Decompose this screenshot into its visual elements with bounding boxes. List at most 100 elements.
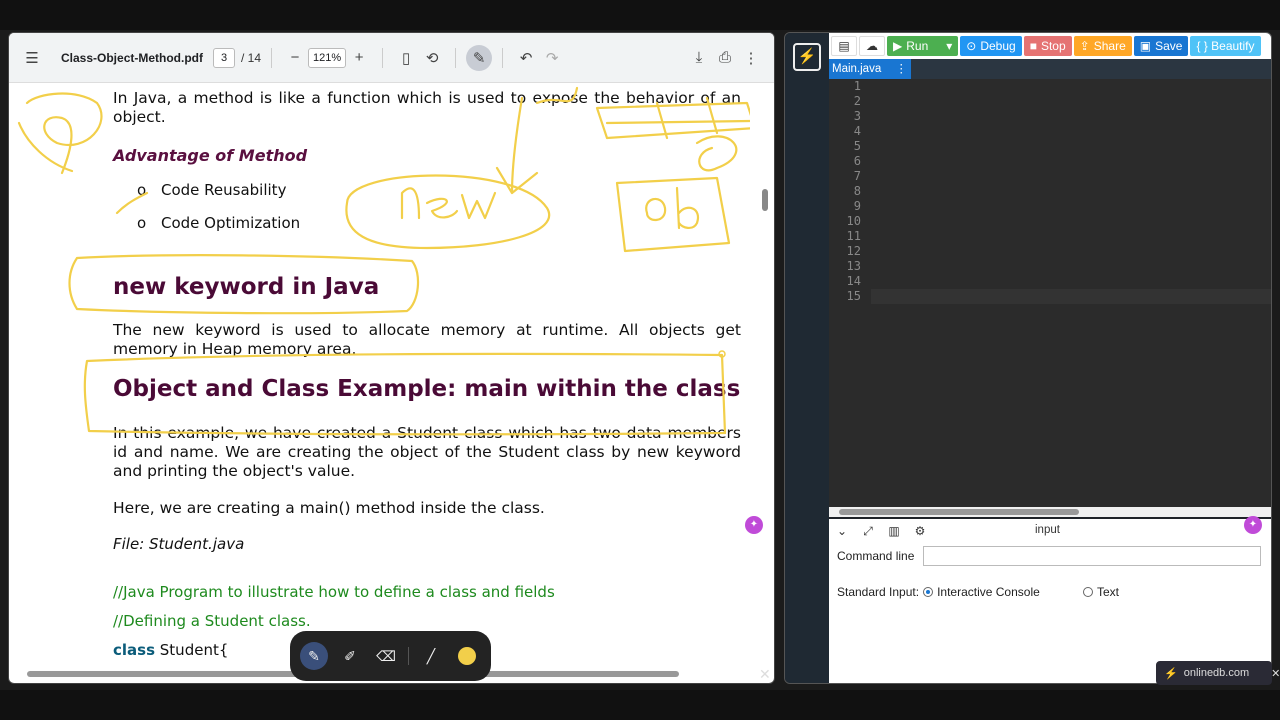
new-file-icon[interactable]: ▤ xyxy=(831,36,857,56)
close-icon[interactable]: ✕ xyxy=(759,666,771,683)
rotate-icon[interactable]: ⟲ xyxy=(419,45,445,71)
line-number: 7 xyxy=(853,169,861,183)
bottom-bezel xyxy=(0,690,1280,720)
more-options-icon[interactable]: ⋮ xyxy=(738,45,764,71)
close-icon[interactable]: ✕ xyxy=(1271,667,1280,680)
download-icon[interactable]: ⤓ xyxy=(686,45,712,71)
line-number: 3 xyxy=(853,109,861,123)
menu-icon[interactable]: ☰ xyxy=(19,45,45,71)
line-number-gutter: 1 2 3 4 5 6 7 8 9 10 11 12 13 14 15 xyxy=(829,79,867,507)
annotate-pen-icon[interactable]: ✎ xyxy=(466,44,493,71)
line-icon[interactable]: ╱ xyxy=(417,642,445,670)
tab-main-java[interactable]: Main.java ⋮ xyxy=(829,59,911,79)
bullet-item: o Code Reusability xyxy=(137,181,286,199)
editor-horizontal-scrollbar[interactable] xyxy=(829,507,1271,517)
onlinegdb-badge[interactable]: ⚡ onlinedb.com ✕ xyxy=(1156,661,1280,685)
code-comment: //Defining a Student class. xyxy=(113,612,311,630)
line-number: 9 xyxy=(853,199,861,213)
line-number: 11 xyxy=(846,229,861,243)
beautify-button[interactable]: { } Beautify xyxy=(1190,36,1261,56)
stop-label: Stop xyxy=(1040,39,1066,53)
scrollbar-thumb[interactable] xyxy=(839,509,1079,515)
line-number: 15 xyxy=(846,289,861,303)
ai-assistant-icon[interactable]: ✦ xyxy=(745,516,763,534)
line-number: 10 xyxy=(846,214,861,228)
drawing-toolbar: ✎ ✐ ⌫ ╱ xyxy=(290,631,491,681)
pdf-vertical-scrollbar[interactable] xyxy=(760,85,770,675)
ide-window: ⚡ ▤ ☁ ▶ Run ▾ ⊙ Debug ■ Stop ⇪ Share ▣ Save { … xyxy=(784,32,1272,684)
code-keyword: class xyxy=(113,641,156,659)
chevron-down-icon[interactable]: ⌄ xyxy=(835,524,849,538)
toolbar-divider xyxy=(502,47,504,68)
highlighter-icon[interactable]: ✎ xyxy=(300,642,328,670)
line-number: 5 xyxy=(853,139,861,153)
pdf-toolbar: ☰ Class-Object-Method.pdf 3 / 14 − 121% … xyxy=(9,33,774,83)
standard-input-label: Standard Input: xyxy=(837,585,920,599)
bolt-icon[interactable]: ⚡ xyxy=(793,43,821,71)
top-bezel xyxy=(0,0,1280,30)
print-icon[interactable]: ⎙ xyxy=(712,45,738,71)
stop-button[interactable]: ■ Stop xyxy=(1023,36,1072,56)
code-text: Student{ xyxy=(155,641,229,659)
io-panel: ⌄ ⤢ ▥ ⚙ input Command line Standard Inpu… xyxy=(829,519,1271,683)
line-number: 14 xyxy=(846,274,861,288)
line-number: 1 xyxy=(853,79,861,93)
eraser-icon[interactable]: ⌫ xyxy=(372,642,400,670)
toolbar-divider xyxy=(382,47,384,68)
toolbar-divider xyxy=(455,47,457,68)
fit-page-icon[interactable]: ▯ xyxy=(393,45,419,71)
tab-menu-icon[interactable]: ⋮ xyxy=(896,59,908,79)
text-input-option: Text xyxy=(1079,585,1119,599)
color-picker[interactable] xyxy=(453,642,481,670)
command-line-input[interactable] xyxy=(923,546,1261,566)
zoom-in-icon[interactable]: + xyxy=(346,45,372,71)
upload-icon[interactable]: ☁ xyxy=(859,36,885,56)
bolt-icon: ⚡ xyxy=(1164,667,1178,680)
tab-label: Main.java xyxy=(832,63,882,75)
interactive-console-label: Interactive Console xyxy=(937,585,1040,599)
gear-icon[interactable]: ⚙ xyxy=(913,524,927,538)
play-icon: ▶ xyxy=(893,39,903,53)
bullet-text: Code Optimization xyxy=(161,214,301,232)
share-button[interactable]: ⇪ Share xyxy=(1073,36,1132,56)
undo-icon[interactable]: ↶ xyxy=(513,45,539,71)
toolbar-divider xyxy=(271,47,273,68)
beautify-label: { } Beautify xyxy=(1196,39,1255,53)
chevron-down-icon[interactable]: ▾ xyxy=(946,39,952,53)
pdf-file-name: Class-Object-Method.pdf xyxy=(61,50,204,65)
code-editor[interactable]: 1 2 3 4 5 6 7 8 9 10 11 12 13 14 15 xyxy=(829,79,1271,507)
text-radio-label: Text xyxy=(1097,585,1120,599)
stop-icon: ■ xyxy=(1029,39,1037,53)
bullet-marker: o xyxy=(137,214,147,232)
run-button[interactable]: ▶ Run ▾ xyxy=(887,36,959,56)
save-button[interactable]: ▣ Save xyxy=(1133,36,1189,56)
zoom-out-icon[interactable]: − xyxy=(282,45,308,71)
yellow-color-swatch xyxy=(458,647,476,665)
new-keyword-paragraph: The new keyword is used to allocate memo… xyxy=(113,321,741,358)
save-label: Save xyxy=(1155,39,1183,53)
line-number: 13 xyxy=(846,259,861,273)
expand-icon[interactable]: ⤢ xyxy=(861,524,875,539)
standard-input-row: Standard Input: Interactive Console xyxy=(837,585,1040,599)
file-name-caption: File: Student.java xyxy=(113,535,245,553)
debug-button[interactable]: ⊙ Debug xyxy=(960,36,1022,56)
pen-icon[interactable]: ✐ xyxy=(336,642,364,670)
zoom-level-input[interactable]: 121% xyxy=(308,47,347,68)
page-number-input[interactable]: 3 xyxy=(213,47,235,68)
ai-assistant-icon[interactable]: ✦ xyxy=(1244,516,1262,534)
scrollbar-thumb[interactable] xyxy=(762,189,768,211)
save-icon: ▣ xyxy=(1139,39,1152,53)
example-heading: Object and Class Example: main within th… xyxy=(113,376,741,402)
redo-icon[interactable]: ↷ xyxy=(539,45,565,71)
text-radio[interactable] xyxy=(1083,587,1093,597)
share-label: Share xyxy=(1093,39,1126,53)
line-number: 2 xyxy=(853,94,861,108)
interactive-console-radio[interactable] xyxy=(923,587,934,597)
io-panel-title: input xyxy=(1035,524,1060,536)
layout-icon[interactable]: ▥ xyxy=(887,524,901,538)
ide-sidebar: ⚡ xyxy=(785,33,829,683)
bullet-item: o Code Optimization xyxy=(137,214,300,232)
pdf-page: In Java, a method is like a function whi… xyxy=(17,83,750,673)
main-method-paragraph: Here, we are creating a main() method in… xyxy=(113,499,545,517)
